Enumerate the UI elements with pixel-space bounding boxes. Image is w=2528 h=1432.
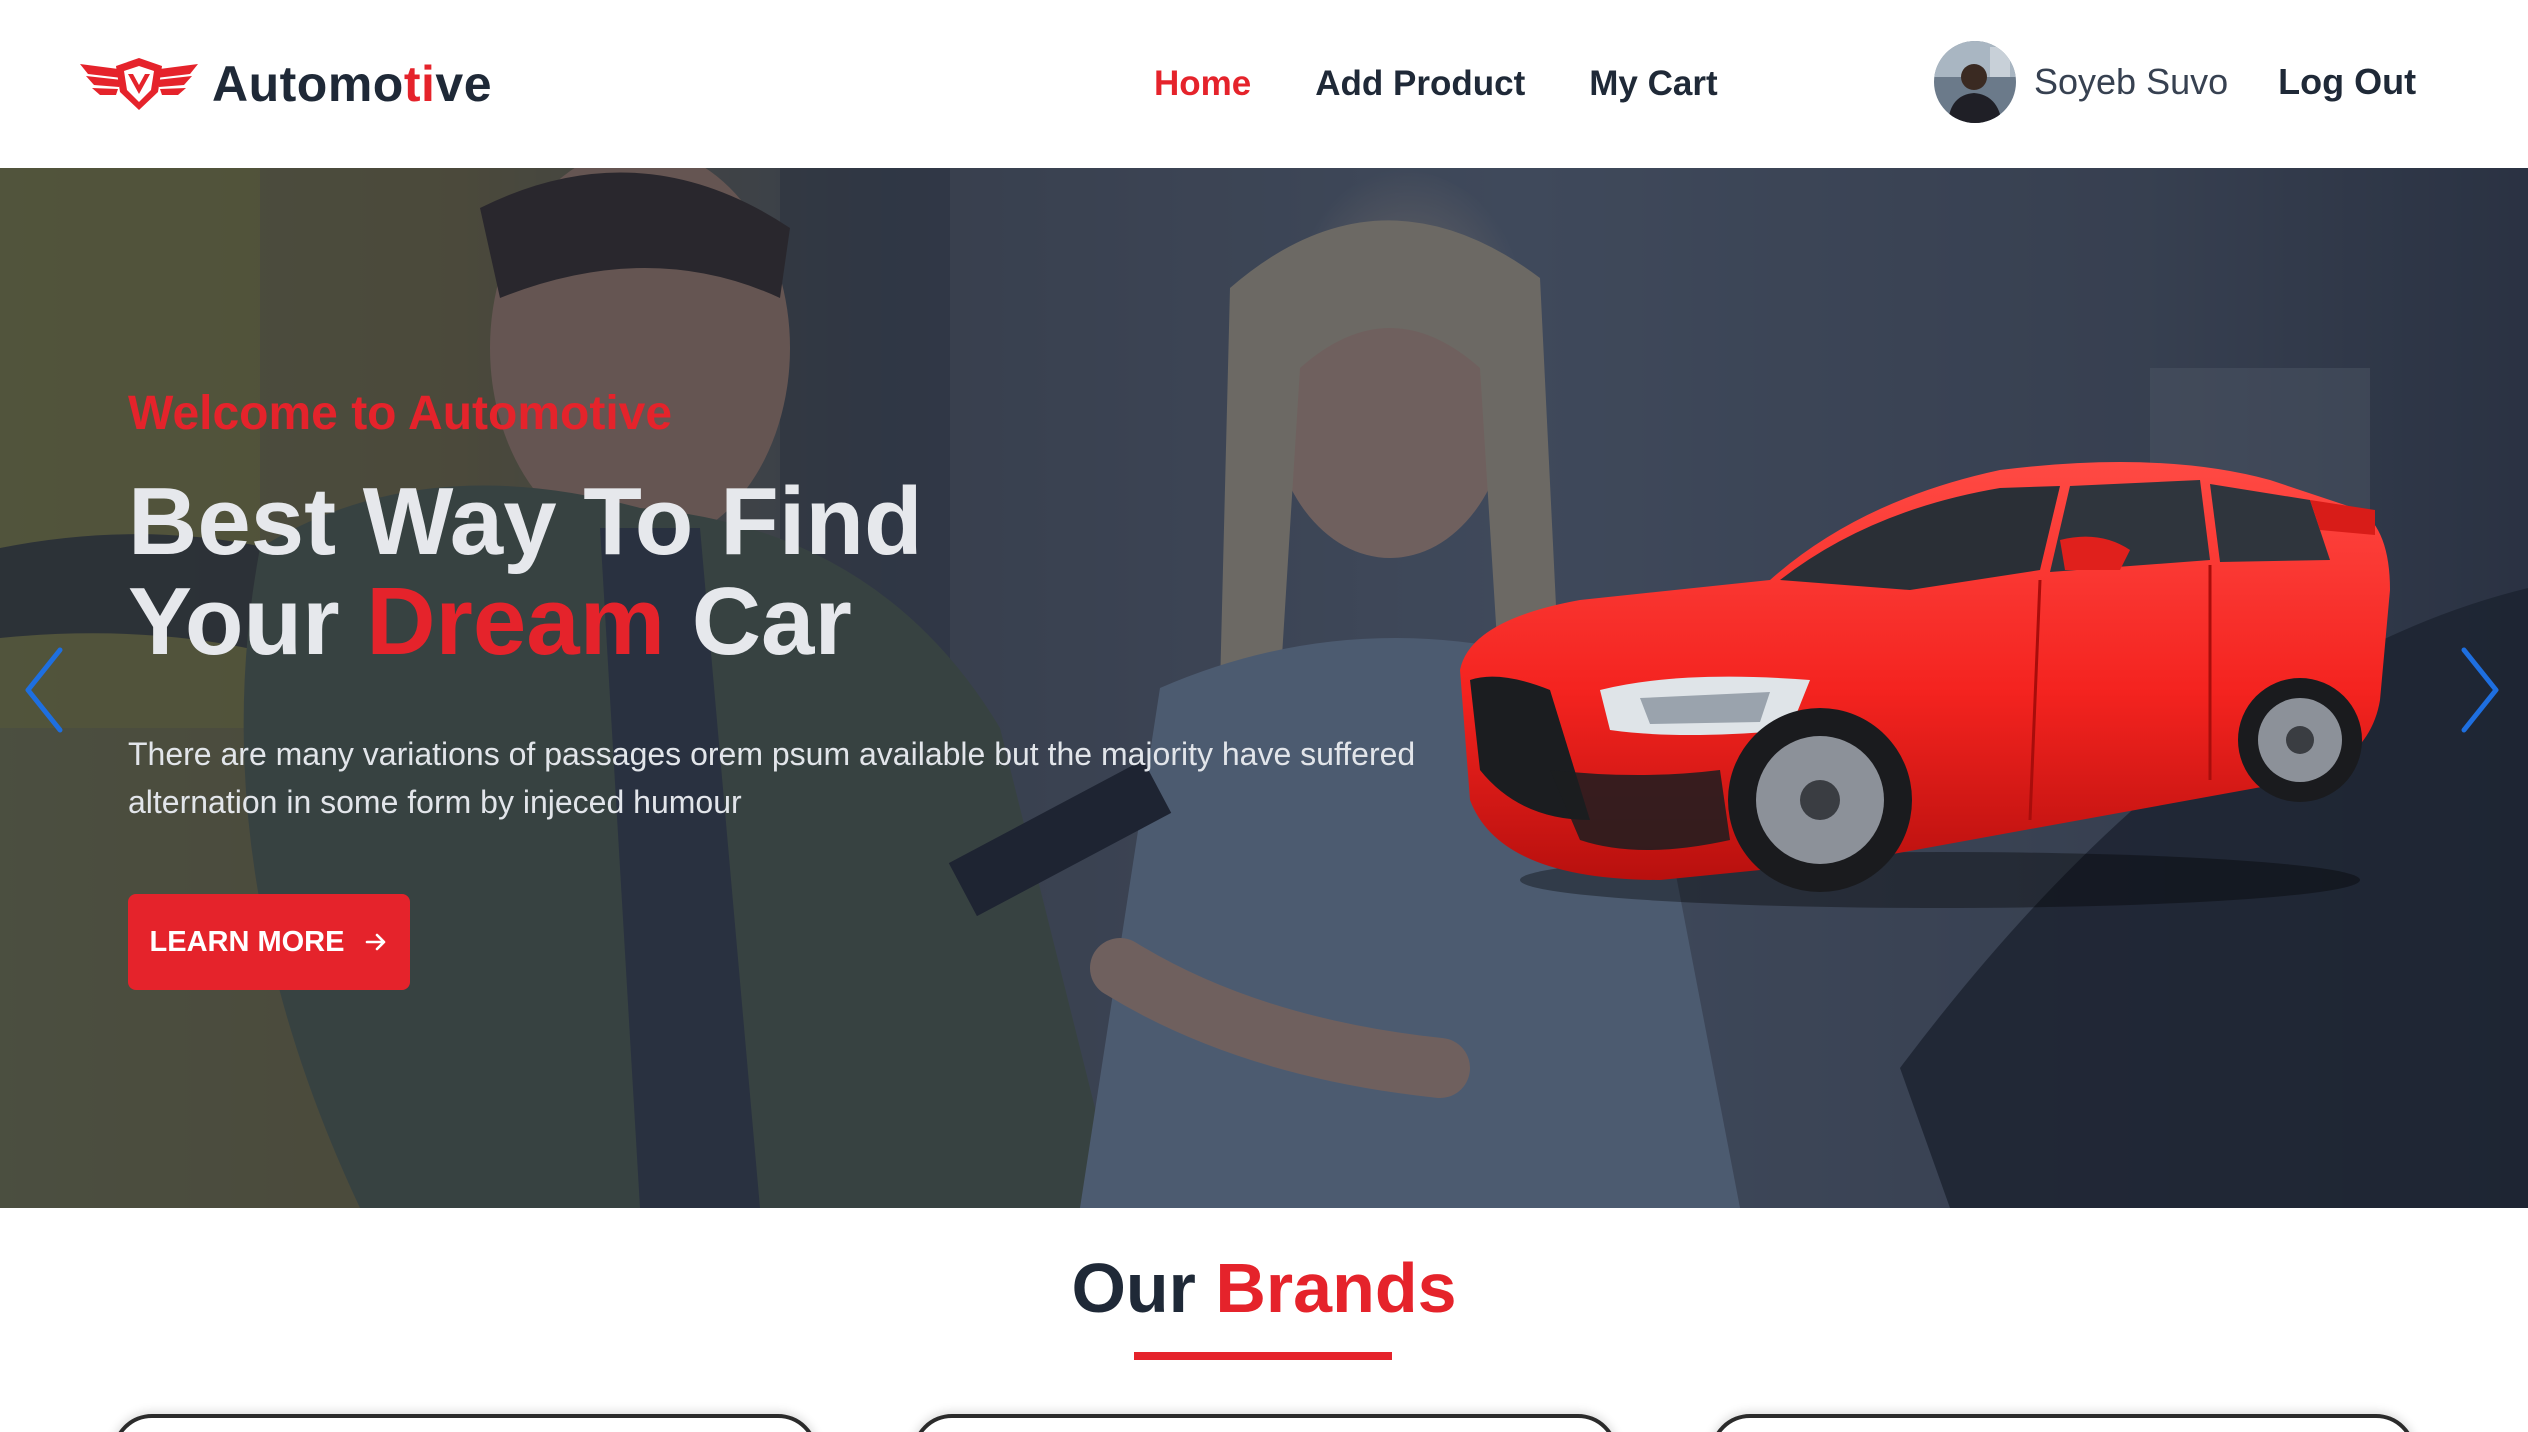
brands-title-underline bbox=[1134, 1352, 1392, 1360]
user-area: Soyeb Suvo Log Out bbox=[1934, 40, 2416, 124]
hero-kicker: Welcome to Automotive bbox=[128, 387, 673, 440]
red-car-image bbox=[1460, 462, 2390, 908]
nav-link-add-product[interactable]: Add Product bbox=[1315, 64, 1525, 104]
hero-title: Best Way To Find Your Dream Car bbox=[128, 468, 923, 675]
hero-carousel: Welcome to Automotive Best Way To Find Y… bbox=[0, 168, 2528, 1208]
navbar: Automotive Home Add Product My Cart Soye… bbox=[0, 0, 2528, 168]
nav-link-my-cart[interactable]: My Cart bbox=[1589, 64, 1717, 104]
brand-card[interactable] bbox=[112, 1414, 818, 1432]
avatar[interactable] bbox=[1934, 41, 2016, 123]
main-nav: Home Add Product My Cart bbox=[1154, 56, 1718, 112]
brands-section-title: Our Brands bbox=[1071, 1249, 1457, 1327]
user-name: Soyeb Suvo bbox=[2034, 61, 2229, 102]
winged-badge-icon bbox=[80, 58, 198, 110]
brand-card[interactable] bbox=[1710, 1414, 2416, 1432]
arrow-right-icon bbox=[366, 933, 386, 951]
logout-button[interactable]: Log Out bbox=[2278, 61, 2416, 103]
nav-link-home[interactable]: Home bbox=[1154, 64, 1251, 104]
brand-logo-link[interactable]: Automotive bbox=[78, 50, 492, 118]
carousel-prev-button[interactable] bbox=[16, 640, 76, 740]
carousel-next-button[interactable] bbox=[2448, 640, 2508, 740]
learn-more-button[interactable]: LEARN MORE bbox=[128, 894, 410, 990]
hero-description: There are many variations of passages or… bbox=[128, 736, 1416, 820]
brand-name: Automotive bbox=[212, 56, 493, 112]
brand-card[interactable] bbox=[912, 1414, 1618, 1432]
